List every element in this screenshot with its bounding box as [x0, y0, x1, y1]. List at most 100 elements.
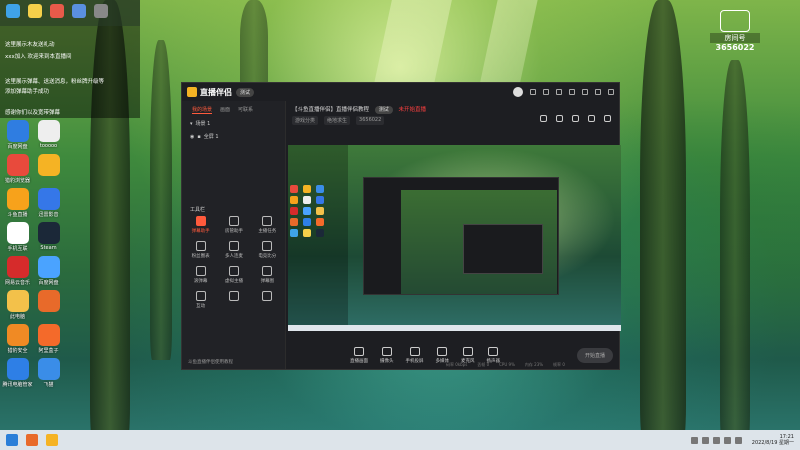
- desktop-icon[interactable]: 百度网盘: [2, 120, 33, 150]
- room-tag: 测试: [374, 106, 393, 114]
- room-title[interactable]: 【斗鱼直播伴侣】直播伴侣教程: [292, 107, 369, 113]
- clock[interactable]: 17:21 2022/8/19 星期一: [752, 434, 794, 446]
- danmaku-overlay: 这里展示木友送礼动 xxx加入 欢迎来到本直播间 这里展示弹幕、送送消息，粉丝牌…: [0, 0, 140, 118]
- room-meta-category[interactable]: 游戏分类: [292, 116, 319, 125]
- desktop-icon[interactable]: 腾讯电脑管家: [2, 358, 33, 388]
- volume-icon[interactable]: [723, 436, 731, 444]
- scene-label: 场景 1: [195, 121, 211, 127]
- tool-button[interactable]: [217, 291, 250, 309]
- version-badge[interactable]: 测试: [236, 87, 255, 97]
- tool-button[interactable]: 虚拟主播: [217, 266, 250, 284]
- bell-icon[interactable]: [588, 115, 595, 122]
- overlay-message: 感谢你们以及宽带弹幕: [5, 110, 61, 116]
- title-bar: 直播伴侣 测试: [182, 83, 619, 101]
- control-mic[interactable]: 麦克风: [461, 346, 475, 364]
- maximize-icon[interactable]: [595, 89, 601, 95]
- status-item: CPU 9%: [499, 362, 515, 367]
- live-preview[interactable]: [288, 145, 621, 331]
- left-panel: 我的场景 画面 可联系 ▾ 场景 1 ◉ ▪ 全屏 1 工具栏 弹幕助手 房管助手…: [182, 101, 286, 369]
- control-media[interactable]: 多媒体: [436, 346, 449, 364]
- background-tree: [240, 0, 268, 90]
- message-icon[interactable]: [543, 89, 549, 95]
- tray-icon[interactable]: [701, 436, 709, 444]
- status-item: 内存 23%: [524, 362, 544, 367]
- overlay-message: 这里展示木友送礼动: [5, 42, 55, 48]
- share-icon[interactable]: [604, 115, 611, 122]
- tool-label: 互动: [196, 304, 206, 309]
- desktop-icon[interactable]: tooooo: [33, 120, 64, 150]
- control-screen[interactable]: 直播画面: [350, 346, 368, 364]
- desktop-icon-label: 飞猫: [43, 382, 54, 388]
- desktop-icon[interactable]: 阿里盒子: [33, 324, 64, 354]
- tool-button[interactable]: 多人连麦: [217, 241, 250, 259]
- preview-taskbar: [288, 325, 621, 331]
- desktop-icon[interactable]: [33, 290, 64, 320]
- desktop-icon[interactable]: 百度网盘: [33, 256, 64, 286]
- app-icon[interactable]: [94, 4, 108, 18]
- desktop-icon[interactable]: 此电脑: [2, 290, 33, 320]
- settings-icon[interactable]: [556, 89, 562, 95]
- desktop-icon[interactable]: 飞猫: [33, 358, 64, 388]
- menu-icon[interactable]: [569, 89, 575, 95]
- control-camera[interactable]: 摄像头: [380, 346, 394, 364]
- background-tree: [150, 40, 172, 360]
- minimize-icon[interactable]: [582, 89, 588, 95]
- tab-contact[interactable]: 可联系: [238, 106, 253, 114]
- battery-icon[interactable]: [734, 436, 742, 444]
- gift-icon[interactable]: [540, 115, 547, 122]
- status-item: 丢帧 0: [477, 362, 490, 367]
- desktop-icon[interactable]: 猎豹安全: [2, 324, 33, 354]
- lock-icon[interactable]: ▪: [197, 134, 200, 140]
- control-speaker[interactable]: 扬声器: [487, 346, 500, 364]
- tool-button[interactable]: 弹幕助手: [184, 216, 217, 234]
- eye-icon[interactable]: ◉: [190, 134, 194, 140]
- room-watermark: 房间号 3656022: [710, 10, 760, 52]
- mic-icon: [462, 346, 473, 356]
- avatar[interactable]: [513, 87, 523, 97]
- tool-button[interactable]: 互动: [184, 291, 217, 309]
- tool-button[interactable]: 滚弹幕: [184, 266, 217, 284]
- close-icon[interactable]: [608, 89, 614, 95]
- windows-start-icon[interactable]: [6, 434, 18, 446]
- scene-item[interactable]: ▾ 场景 1: [182, 117, 285, 130]
- wifi-icon[interactable]: [712, 436, 720, 444]
- app-icon[interactable]: [50, 4, 64, 18]
- tool-button[interactable]: 房管助手: [217, 216, 250, 234]
- desktop-icon[interactable]: 手机互联: [2, 222, 33, 252]
- tab-my-scenes[interactable]: 我的场景: [192, 106, 213, 114]
- tool-icon: [195, 216, 206, 226]
- tutorial-link[interactable]: 斗鱼直播伴侣使用教程: [188, 359, 233, 365]
- media-icon: [437, 346, 448, 356]
- app-icon[interactable]: [6, 4, 20, 18]
- desktop-icon[interactable]: [33, 154, 64, 184]
- room-meta-game[interactable]: 绝地求生: [324, 116, 351, 125]
- card-icon[interactable]: [572, 115, 579, 122]
- desktop-icon[interactable]: Steam: [33, 222, 64, 252]
- tool-label: 粉丝圈表: [191, 254, 210, 259]
- desktop-icon[interactable]: 斗鱼直播: [2, 188, 33, 218]
- tool-button[interactable]: 弹幕图: [251, 266, 284, 284]
- shop-icon[interactable]: [556, 115, 563, 122]
- desktop-icon[interactable]: 网易云音乐: [2, 256, 33, 286]
- tool-button[interactable]: 主播任务: [251, 216, 284, 234]
- background-tree: [640, 0, 686, 450]
- tool-button[interactable]: [251, 291, 284, 309]
- control-phone-cast[interactable]: 手机投屏: [406, 346, 424, 364]
- layer-item[interactable]: ◉ ▪ 全屏 1: [182, 130, 285, 143]
- app-icon: [6, 222, 29, 244]
- app-taskbar-icon[interactable]: [46, 434, 58, 446]
- tray-icon[interactable]: [690, 436, 698, 444]
- watermark-room-id: 3656022: [715, 43, 755, 52]
- start-live-button[interactable]: 开始直播: [576, 347, 613, 363]
- tool-button[interactable]: 粉丝圈表: [184, 241, 217, 259]
- tab-screen[interactable]: 画面: [220, 106, 230, 114]
- tool-button[interactable]: 电竞比分: [251, 241, 284, 259]
- desktop-icon[interactable]: 猎豹浏览器: [2, 154, 33, 184]
- skin-icon[interactable]: [530, 89, 536, 95]
- app-icon[interactable]: [72, 4, 86, 18]
- app-icon[interactable]: [28, 4, 42, 18]
- app-taskbar-icon[interactable]: [26, 434, 38, 446]
- desktop-icon[interactable]: 迅雷影音: [33, 188, 64, 218]
- app-icon: [37, 290, 60, 312]
- tool-label: 多人连麦: [224, 254, 243, 259]
